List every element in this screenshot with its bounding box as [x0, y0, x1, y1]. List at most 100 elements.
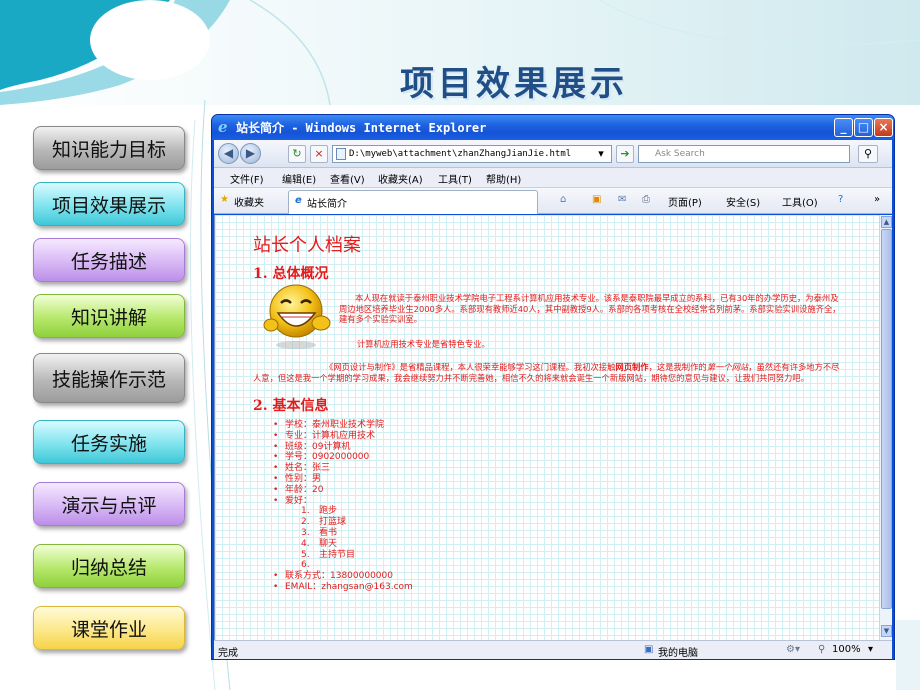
favorites-star-icon: ★ — [220, 194, 229, 205]
intro-p3-text-b: ，这是我制作的 — [648, 362, 707, 372]
hobby-item: 4. 聊天 — [301, 538, 338, 549]
search-placeholder: Ask Search — [655, 149, 705, 159]
nav-label: 任务描述 — [70, 250, 147, 273]
intro-paragraph-2: 计算机应用技术专业是省特色专业。 — [357, 339, 490, 349]
window-title: 站长简介 - Windows Internet Explorer — [236, 121, 487, 135]
smiley-mascot-image — [263, 284, 331, 349]
intro-p3-text-a: 《网页设计与制作》是省精品课程，本人很荣幸能够学习这门课程。我初次接触 — [325, 362, 616, 372]
maximize-icon[interactable]: □ — [854, 118, 873, 137]
security-zone-icon[interactable]: ⚙▾ — [786, 644, 800, 655]
status-zone: 我的电脑 — [658, 648, 698, 659]
status-bar: 完成 ▣ 我的电脑 ⚙▾ ⚲ 100% ▾ — [214, 640, 892, 659]
list-item: • 专业：计算机应用技术 — [273, 430, 376, 441]
nav-label: 知识讲解 — [70, 306, 147, 329]
list-item: • 学校：泰州职业技术学院 — [273, 420, 385, 430]
nav-button-task-description[interactable]: 任务描述 — [33, 238, 185, 282]
home-icon[interactable]: ⌂ — [560, 194, 566, 205]
feeds-icon[interactable]: ▣ — [592, 194, 601, 205]
page-menu[interactable]: 页面(P) — [668, 194, 702, 209]
tab-label: 站长简介 — [307, 199, 347, 210]
nav-button-knowledge-goals[interactable]: 知识能力目标 — [33, 126, 185, 170]
nav-button-summary[interactable]: 归纳总结 — [33, 544, 185, 588]
hobby-item: 1. 跑步 — [301, 506, 338, 517]
menu-view[interactable]: 查看(V) — [330, 171, 365, 186]
intro-paragraph-3: 《网页设计与制作》是省精品课程，本人很荣幸能够学习这门课程。我初次接触网页制作，… — [253, 362, 843, 383]
nav-label: 演示与点评 — [61, 494, 157, 517]
hobby-item: 5. 主持节目 — [301, 549, 356, 560]
zoom-level[interactable]: 100% — [832, 644, 861, 655]
mail-icon[interactable]: ✉ — [618, 194, 626, 205]
scroll-up-icon[interactable]: ▲ — [881, 216, 892, 228]
nav-button-demo-review[interactable]: 演示与点评 — [33, 482, 185, 526]
minimize-icon[interactable]: _ — [834, 118, 853, 137]
help-icon[interactable]: ? — [838, 194, 843, 205]
print-icon[interactable]: ⎙ — [642, 194, 650, 205]
nav-button-skill-demo[interactable]: 技能操作示范 — [33, 353, 185, 403]
favorites-bar: ★ 收藏夹 e 站长简介 ⌂ ▣ ✉ ⎙ 页面(P) 安全(S) 工具(O) ?… — [214, 188, 892, 214]
menu-edit[interactable]: 编辑(E) — [282, 171, 316, 186]
nav-label: 归纳总结 — [70, 556, 147, 579]
section-2-title: 2. 基本信息 — [253, 398, 329, 414]
page-heading: 站长个人档案 — [253, 235, 361, 256]
list-item: • 姓名：张三 — [273, 463, 331, 474]
nav-label: 项目效果展示 — [51, 194, 166, 217]
list-item: • 年龄：20 — [273, 484, 324, 495]
tab-ie-icon: e — [295, 195, 302, 206]
tools-menu[interactable]: 工具(O) — [782, 194, 818, 209]
address-dropdown-icon[interactable]: ▾ — [594, 146, 608, 162]
menu-bar: 文件(F) 编辑(E) 查看(V) 收藏夹(A) 工具(T) 帮助(H) — [214, 168, 892, 188]
basic-info-list: • 学校：泰州职业技术学院 • 专业：计算机应用技术 • 班级：09计算机 • 学号：0… — [273, 420, 413, 593]
zoom-dropdown-icon[interactable]: ▾ — [868, 644, 873, 655]
page-icon — [336, 148, 346, 160]
search-icon[interactable]: ⚲ — [858, 145, 878, 163]
nav-label: 课堂作业 — [70, 618, 147, 641]
favorites-button[interactable]: 收藏夹 — [234, 194, 264, 209]
nav-button-homework[interactable]: 课堂作业 — [33, 606, 185, 650]
zoom-icon[interactable]: ⚲ — [818, 644, 825, 655]
toolbar-overflow-icon[interactable]: » — [874, 194, 880, 205]
hobby-item: 3. 看书 — [301, 527, 338, 538]
menu-file[interactable]: 文件(F) — [230, 171, 264, 186]
vertical-scrollbar[interactable]: ▲ ▼ — [879, 215, 892, 640]
nav-label: 技能操作示范 — [51, 368, 166, 391]
nav-button-project-demo[interactable]: 项目效果展示 — [33, 182, 185, 226]
nav-label: 任务实施 — [70, 432, 147, 455]
address-bar[interactable]: D:\myweb\attachment\zhanZhangJianJie.htm… — [332, 145, 612, 163]
refresh-icon[interactable]: ↻ — [288, 145, 306, 163]
close-icon[interactable]: × — [874, 118, 893, 137]
hobby-item: 6. — [301, 560, 310, 571]
menu-tools[interactable]: 工具(T) — [438, 171, 472, 186]
tab-current[interactable]: e 站长简介 — [288, 190, 538, 214]
intro-paragraph-1: 本人现在就读于泰州职业技术学院电子工程系计算机应用技术专业。该系是泰职院最早成立… — [339, 293, 841, 324]
address-text: D:\myweb\attachment\zhanZhangJianJie.htm… — [349, 149, 572, 159]
list-item: • 学号：0902000000 — [273, 452, 370, 463]
slide-title: 项目效果展示 — [400, 64, 628, 104]
list-item: • 性别：男 — [273, 473, 322, 484]
back-icon[interactable]: ◀ — [218, 143, 239, 164]
stop-icon[interactable]: × — [310, 145, 328, 163]
forward-icon[interactable]: ▶ — [240, 143, 261, 164]
list-item: • 联系方式：13800000000 — [273, 571, 393, 582]
webpage-content: 站长个人档案 1. 总体概况 本人现在就读于泰州职业技术学院电子工程系计算机应用… — [214, 215, 879, 640]
intro-p3-bold: 网页制作 — [615, 362, 649, 372]
browser-window: e 站长简介 - Windows Internet Explorer _ □ ×… — [211, 114, 895, 660]
intro-p3-italic: 第一个网站 — [706, 362, 749, 372]
safety-menu[interactable]: 安全(S) — [726, 194, 760, 209]
ie-logo-icon: e — [218, 118, 228, 136]
go-icon[interactable]: ➔ — [616, 145, 634, 163]
address-toolbar: ◀ ▶ ↻ × D:\myweb\attachment\zhanZhangJia… — [214, 140, 892, 168]
list-item: • 班级：09计算机 — [273, 441, 351, 452]
menu-help[interactable]: 帮助(H) — [486, 171, 521, 186]
nav-button-task-implementation[interactable]: 任务实施 — [33, 420, 185, 464]
nav-label: 知识能力目标 — [51, 138, 166, 161]
list-item: • 爱好： — [273, 495, 313, 506]
menu-favorites[interactable]: 收藏夹(A) — [378, 171, 423, 186]
scroll-thumb[interactable] — [881, 229, 892, 609]
list-item: • EMAIL：zhangsan@163.com — [273, 581, 413, 592]
scroll-down-icon[interactable]: ▼ — [881, 625, 892, 637]
window-titlebar[interactable]: e 站长简介 - Windows Internet Explorer _ □ × — [212, 115, 894, 140]
nav-button-knowledge-lecture[interactable]: 知识讲解 — [33, 294, 185, 338]
computer-icon: ▣ — [644, 644, 654, 655]
search-input[interactable]: Ask Search — [638, 145, 850, 163]
status-text: 完成 — [218, 648, 238, 659]
